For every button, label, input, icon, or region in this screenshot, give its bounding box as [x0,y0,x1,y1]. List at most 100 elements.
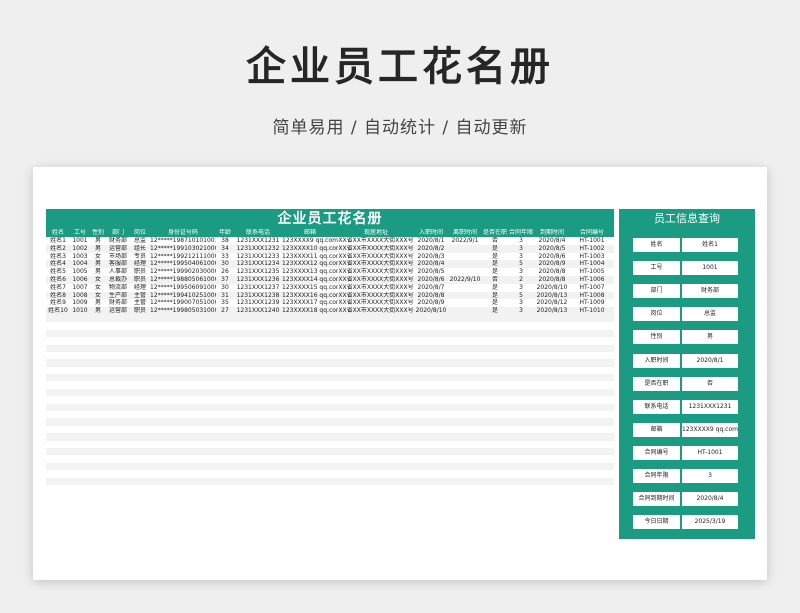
column-header[interactable]: 部门 [106,229,130,237]
table-cell[interactable]: 姓名10 [46,307,70,315]
column-header[interactable]: 离职时间 [448,229,482,237]
table-cell[interactable]: 37 [216,275,234,284]
table-cell[interactable]: XX省XX市XXXX大街XXX号 [338,253,414,261]
table-cell[interactable]: XX省XX市XXXX大街XXX号 [338,284,414,292]
table-cell[interactable]: 是 [482,291,508,300]
column-header[interactable]: 身份证号码 [150,229,216,237]
table-row[interactable]: 姓名3 1003 女市场部 专员 12*****199212111000 33 1231XX… [46,253,614,261]
table-cell[interactable]: 30 [216,284,234,292]
table-cell[interactable]: XX省XX市XXXX大街XXX号 [338,275,414,284]
empty-row[interactable] [46,411,614,419]
table-cell[interactable]: 2020/8/2 [414,244,448,253]
table-cell[interactable]: 姓名3 [46,253,70,261]
table-cell[interactable]: 市场部 [106,253,130,261]
table-cell[interactable]: 12*****199103021000 [150,244,216,253]
table-cell[interactable]: 2020/8/9 [414,299,448,307]
table-cell[interactable]: 是 [482,284,508,292]
table-cell[interactable]: 姓名4 [46,260,70,269]
table-row[interactable]: 姓名6 1006 女总裁办 职员 12*****198805061000 37 1231XX… [46,275,614,284]
table-cell[interactable]: HT-1007 [570,284,614,292]
table-cell[interactable]: 123XXXX14 qq.com [282,275,338,284]
table-cell[interactable]: 姓名9 [46,299,70,307]
table-cell[interactable]: 123XXXX17 qq.com [282,299,338,307]
table-cell[interactable] [448,299,482,307]
table-cell[interactable]: 姓名8 [46,291,70,300]
table-cell[interactable]: 123XXXX13 qq.com [282,268,338,276]
column-header[interactable]: 到期时间 [534,229,570,237]
table-cell[interactable]: 主管 [130,291,150,300]
table-row[interactable]: 姓名8 1008 女生产部 主管 12*****199410251000 31 1231XX… [46,291,614,300]
table-cell[interactable]: 2020/8/8 [534,268,570,276]
table-cell[interactable]: 2020/8/13 [534,291,570,300]
table-cell[interactable] [448,260,482,269]
table-cell[interactable]: 女 [90,275,106,284]
empty-row[interactable] [46,344,614,352]
table-cell[interactable]: 2020/8/1 [414,237,448,245]
table-cell[interactable]: 12*****199504061000 [150,260,216,269]
table-cell[interactable]: 123XXXX16 qq.com [282,291,338,300]
table-cell[interactable]: 2020/8/10 [534,284,570,292]
table-cell[interactable]: 34 [216,244,234,253]
table-row[interactable]: 姓名1 1001 男财务部 总监 12*****198710101001 38 1231XX… [46,237,614,245]
table-cell[interactable]: 2020/8/10 [414,307,448,315]
table-cell[interactable]: 财务部 [106,237,130,245]
empty-row[interactable] [46,448,614,456]
table-cell[interactable]: 1006 [70,275,90,284]
empty-row[interactable] [46,477,614,485]
empty-row[interactable] [46,455,614,463]
table-cell[interactable] [448,268,482,276]
table-cell[interactable]: 123XXXX18 qq.com [282,307,338,315]
empty-row[interactable] [46,433,614,441]
column-header[interactable]: 合同年限 [508,229,534,237]
table-cell[interactable]: 经理 [130,284,150,292]
table-cell[interactable]: 总监 [130,237,150,245]
table-cell[interactable]: 12*****198710101001 [150,237,216,245]
table-cell[interactable]: 30 [216,260,234,269]
table-cell[interactable]: HT-1001 [570,237,614,245]
table-cell[interactable]: 组长 [130,244,150,253]
table-cell[interactable]: 35 [216,299,234,307]
table-cell[interactable]: 38 [216,237,234,245]
empty-row[interactable] [46,440,614,448]
table-cell[interactable]: 2020/8/6 [534,253,570,261]
table-cell[interactable]: 是 [482,260,508,269]
table-cell[interactable]: 2020/8/4 [534,237,570,245]
column-header[interactable]: 联系电话 [234,229,282,237]
table-cell[interactable]: 1004 [70,260,90,269]
column-header[interactable]: 工号 [70,229,90,237]
table-cell[interactable]: 1231XXX1232 [234,244,282,253]
table-cell[interactable]: 女 [90,253,106,261]
column-header[interactable]: 邮箱 [282,229,338,237]
table-cell[interactable]: 1231XXX1231 [234,237,282,245]
table-cell[interactable]: 姓名2 [46,244,70,253]
table-cell[interactable]: HT-1004 [570,260,614,269]
empty-row[interactable] [46,366,614,375]
table-cell[interactable]: 26 [216,268,234,276]
table-cell[interactable]: 27 [216,307,234,315]
table-cell[interactable]: 1231XXX1233 [234,253,282,261]
table-cell[interactable]: 是 [482,268,508,276]
table-cell[interactable]: HT-1003 [570,253,614,261]
empty-row[interactable] [46,484,614,493]
table-cell[interactable]: 是 [482,307,508,315]
table-cell[interactable]: 否 [482,237,508,245]
table-cell[interactable]: 2020/8/5 [534,244,570,253]
table-cell[interactable]: HT-1005 [570,268,614,276]
table-cell[interactable]: XX省XX市XXXX大街XXX号 [338,307,414,315]
table-cell[interactable]: 12*****199007051000 [150,299,216,307]
table-cell[interactable]: 31 [216,291,234,300]
table-cell[interactable]: 5 [508,260,534,269]
table-cell[interactable]: 2022/9/10 [448,275,482,284]
empty-row[interactable] [46,374,614,382]
table-cell[interactable]: 1231XXX1236 [234,275,282,284]
table-cell[interactable]: 职员 [130,307,150,315]
table-cell[interactable]: 姓名5 [46,268,70,276]
table-cell[interactable]: HT-1006 [570,275,614,284]
table-cell[interactable]: 生产部 [106,291,130,300]
empty-row[interactable] [46,462,614,471]
table-cell[interactable]: 男 [90,268,106,276]
table-cell[interactable]: 总裁办 [106,275,130,284]
column-header[interactable]: 现居地址 [338,229,414,237]
table-row[interactable]: 姓名10 1010 男运营部 职员 12*****199805031000 27 1231X… [46,307,614,315]
table-cell[interactable]: 33 [216,253,234,261]
